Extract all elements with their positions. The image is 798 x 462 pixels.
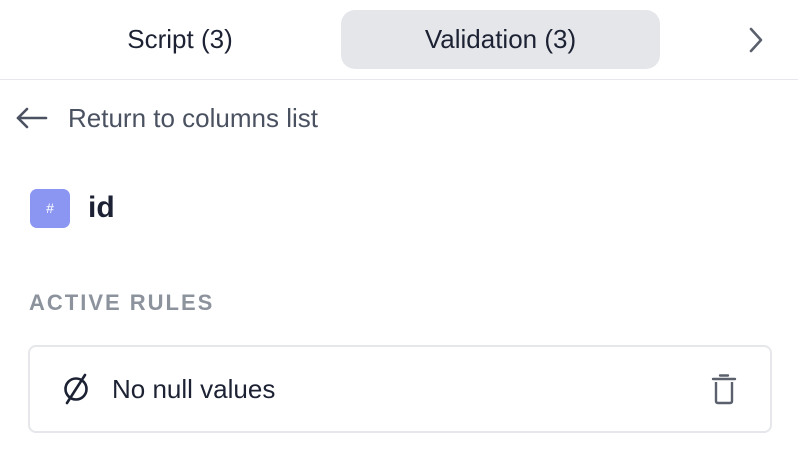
tabs-next-button[interactable]: [736, 22, 776, 58]
number-type-icon: #: [30, 188, 70, 228]
column-validation-panel: Script (3) Validation (3) Return to colu…: [0, 0, 798, 462]
tab-bar: Script (3) Validation (3): [0, 0, 798, 80]
column-header: # id: [30, 188, 115, 228]
arrow-left-icon: [14, 106, 50, 130]
chevron-right-icon: [749, 27, 763, 53]
column-name: id: [88, 191, 115, 224]
tab-script[interactable]: Script (3): [20, 10, 340, 69]
trash-icon: [711, 374, 737, 405]
rule-card: No null values: [28, 345, 772, 433]
tab-validation[interactable]: Validation (3): [341, 10, 660, 69]
delete-rule-button[interactable]: [708, 371, 740, 407]
empty-set-icon: [58, 371, 94, 407]
active-rules-heading: ACTIVE RULES: [29, 290, 215, 315]
return-link-label: Return to columns list: [68, 102, 318, 133]
return-to-columns-link[interactable]: Return to columns list: [14, 98, 318, 138]
rule-label: No null values: [112, 373, 276, 404]
